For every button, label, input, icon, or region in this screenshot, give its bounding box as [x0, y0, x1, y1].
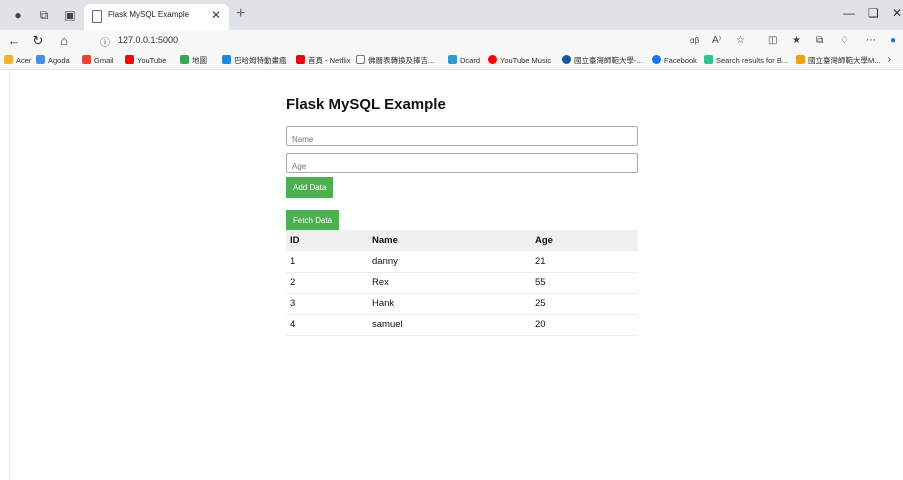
- table-row: 1 danny 21: [286, 251, 638, 273]
- age-input[interactable]: [286, 153, 638, 173]
- youtube-music-icon: [488, 55, 497, 64]
- cell-age: 20: [531, 314, 638, 336]
- ntnu-library-icon: [796, 55, 805, 64]
- bookmark-item[interactable]: 巴哈姆特動畫瘋: [222, 55, 287, 67]
- cell-age: 21: [531, 251, 638, 273]
- navigation-bar: ← ↻ ⌂ ⓘ 127.0.0.1:5000 αβ A⁾ ☆ ◫ ★ ⧉ ♢ ⋯…: [0, 30, 903, 52]
- bookmark-item[interactable]: 地圖: [180, 55, 207, 67]
- cell-id: 4: [286, 314, 368, 336]
- name-input[interactable]: [286, 126, 638, 146]
- agoda-icon: [36, 55, 45, 64]
- data-table: ID Name Age 1 danny 21 2 Rex 55 3 Hank 2…: [286, 230, 638, 336]
- bookmark-item[interactable]: 國立臺灣師範大學-...: [562, 55, 643, 67]
- table-row: 3 Hank 25: [286, 293, 638, 315]
- bookmark-item[interactable]: 國立臺灣師範大學M...: [796, 55, 881, 67]
- bookmark-item[interactable]: 佛曆表轉換及擇吉...: [356, 55, 434, 67]
- bookmark-item[interactable]: Gmail: [82, 55, 114, 67]
- bookmark-item[interactable]: Facebook: [652, 55, 697, 67]
- read-aloud-icon[interactable]: A⁾: [712, 33, 721, 49]
- folder-icon: [4, 55, 13, 64]
- url-text[interactable]: 127.0.0.1:5000: [118, 35, 178, 45]
- back-icon[interactable]: ←: [6, 33, 22, 49]
- refresh-icon[interactable]: ↻: [30, 33, 46, 49]
- bookmark-item[interactable]: Agoda: [36, 55, 70, 67]
- table-row: 2 Rex 55: [286, 272, 638, 294]
- table-row: 4 samuel 20: [286, 314, 638, 336]
- close-tab-icon[interactable]: ✕: [211, 8, 221, 22]
- vue-icon: [704, 55, 713, 64]
- column-header-age: Age: [531, 230, 638, 251]
- cell-age: 55: [531, 272, 638, 294]
- maps-icon: [180, 55, 189, 64]
- cell-id: 1: [286, 251, 368, 273]
- bahamut-icon: [222, 55, 231, 64]
- cell-id: 2: [286, 272, 368, 294]
- page-icon: [92, 10, 102, 23]
- profile-icon[interactable]: ●: [10, 7, 26, 23]
- restore-icon[interactable]: ❏: [868, 6, 879, 20]
- split-screen-icon[interactable]: ◫: [768, 33, 777, 49]
- address-bar[interactable]: ⓘ 127.0.0.1:5000: [96, 33, 666, 49]
- cell-name: samuel: [368, 314, 531, 336]
- copilot-icon[interactable]: ●: [890, 33, 896, 49]
- cell-age: 25: [531, 293, 638, 315]
- page-icon: [356, 55, 365, 64]
- column-header-id: ID: [286, 230, 368, 251]
- facebook-icon: [652, 55, 661, 64]
- gmail-icon: [82, 55, 91, 64]
- table-header-row: ID Name Age: [286, 230, 638, 251]
- more-menu-icon[interactable]: ⋯: [866, 33, 876, 49]
- tab-actions-icon[interactable]: ▣: [62, 7, 78, 23]
- immersive-reader-icon[interactable]: αβ: [690, 33, 699, 49]
- chevron-right-icon[interactable]: ›: [888, 54, 891, 65]
- cell-name: danny: [368, 251, 531, 273]
- fetch-data-button[interactable]: Fetch Data: [286, 210, 340, 231]
- ntnu-icon: [562, 55, 571, 64]
- cell-id: 3: [286, 293, 368, 315]
- minimize-icon[interactable]: —: [843, 6, 855, 20]
- bookmark-item[interactable]: Dcard: [448, 55, 480, 67]
- page-title: Flask MySQL Example: [286, 96, 446, 113]
- cell-name: Hank: [368, 293, 531, 315]
- dcard-icon: [448, 55, 457, 64]
- bookmarks-bar: Acer Agoda Gmail YouTube 地圖 巴哈姆特動畫瘋 首頁 -…: [0, 52, 903, 70]
- add-data-button[interactable]: Add Data: [286, 177, 334, 198]
- bookmark-item[interactable]: 首頁 - Netflix: [296, 55, 351, 67]
- close-window-icon[interactable]: ✕: [892, 6, 902, 20]
- favorites-icon[interactable]: ★: [792, 33, 801, 49]
- netflix-icon: [296, 55, 305, 64]
- collections-icon[interactable]: ⧉: [816, 33, 823, 49]
- site-info-icon[interactable]: ⓘ: [100, 34, 110, 49]
- home-icon[interactable]: ⌂: [56, 33, 72, 49]
- cell-name: Rex: [368, 272, 531, 294]
- bookmark-item[interactable]: Acer: [4, 55, 31, 67]
- bookmark-item[interactable]: Search results for B...: [704, 55, 788, 67]
- tab-strip: ● ⧉ ▣ Flask MySQL Example ✕ + — ❏ ✕: [0, 0, 903, 30]
- youtube-icon: [125, 55, 134, 64]
- workspaces-icon[interactable]: ⧉: [36, 7, 52, 23]
- tab-active[interactable]: Flask MySQL Example ✕: [84, 4, 229, 30]
- extension-icon[interactable]: ♢: [840, 33, 849, 49]
- new-tab-icon[interactable]: +: [236, 5, 245, 23]
- favorite-star-icon[interactable]: ☆: [736, 33, 745, 49]
- column-header-name: Name: [368, 230, 531, 251]
- page-content: Flask MySQL Example Add Data Fetch Data …: [9, 70, 903, 480]
- tab-title: Flask MySQL Example: [108, 10, 190, 19]
- bookmark-item[interactable]: YouTube: [125, 55, 166, 67]
- bookmark-item[interactable]: YouTube Music: [488, 55, 551, 67]
